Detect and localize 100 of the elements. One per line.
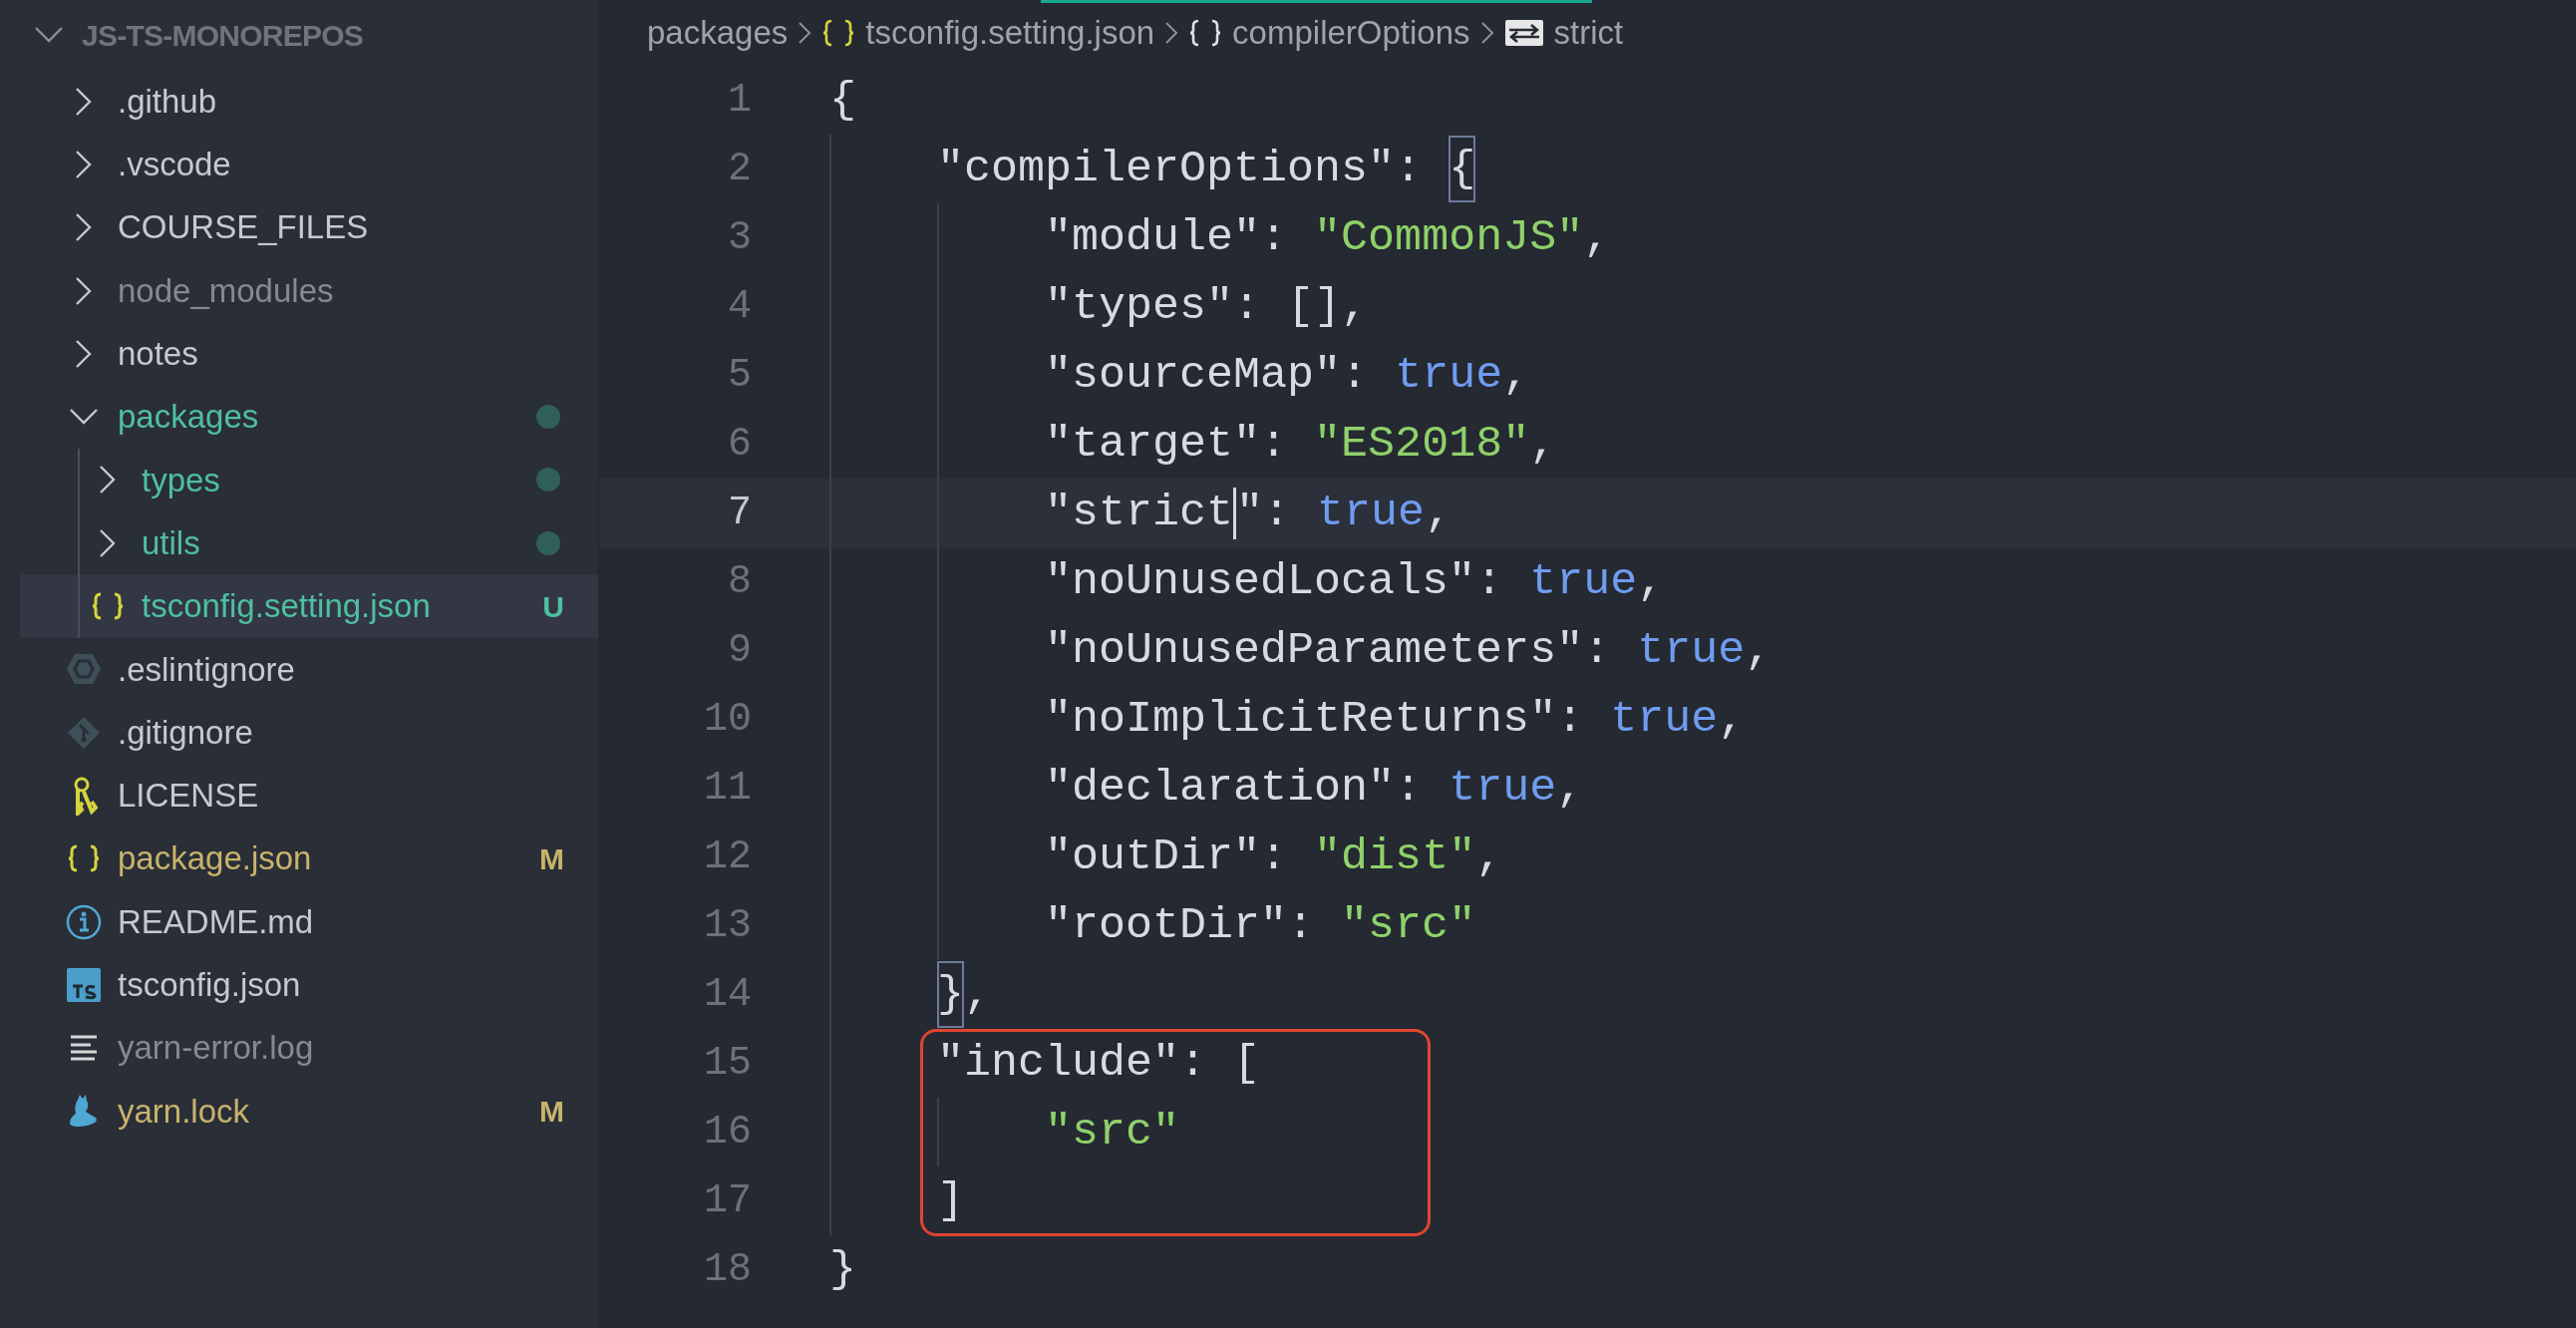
code-token: , (1556, 761, 1584, 816)
code-token: : (1263, 486, 1292, 540)
code-token: , (1583, 210, 1611, 265)
code-token: "compilerOptions" (937, 142, 1396, 196)
file-name: tsconfig.json (118, 965, 302, 1006)
file-name: utils (142, 522, 201, 563)
line-number: 15 (703, 1039, 752, 1088)
git-status-letter: M (539, 840, 564, 877)
file-name: node_modules (118, 270, 335, 311)
hexagon-icon (66, 652, 102, 687)
tree-item[interactable]: utils (20, 511, 598, 575)
line-number: 12 (703, 832, 752, 881)
chevron-right-icon[interactable] (75, 86, 93, 117)
chevron-right-icon[interactable] (75, 275, 93, 306)
code-token: true (1637, 623, 1746, 678)
matched-bracket: { (1449, 135, 1476, 203)
tree-item[interactable]: packages (20, 385, 598, 449)
code-token: , (964, 967, 992, 1022)
breadcrumb-item[interactable]: packages (647, 8, 789, 58)
tree-item[interactable]: node_modules (20, 258, 598, 323)
line-number: 6 (727, 420, 752, 469)
chevron-down-icon[interactable] (69, 408, 99, 427)
file-name: LICENSE (118, 776, 260, 817)
tree-item[interactable]: README.md (20, 889, 598, 954)
tree-item[interactable]: yarn-error.log (20, 1016, 598, 1080)
code-token: ] (937, 1173, 965, 1228)
field-icon (1503, 19, 1544, 47)
chevron-right-icon[interactable] (75, 338, 93, 369)
chevron-right-icon[interactable] (75, 149, 93, 179)
tree-item[interactable]: package.json M (20, 827, 598, 890)
file-name: README.md (118, 901, 315, 942)
code-token: : (1287, 898, 1316, 953)
braces-icon (1188, 18, 1223, 48)
line-number: 1 (727, 76, 752, 125)
code-token: "src" (1045, 1105, 1180, 1160)
tree-item[interactable]: types (20, 448, 598, 512)
git-diamond-icon (67, 715, 101, 750)
breadcrumb-item[interactable]: strict (1553, 8, 1624, 58)
matched-bracket: } (937, 960, 965, 1029)
code-token: true (1449, 761, 1557, 816)
file-name: yarn.lock (118, 1091, 251, 1132)
file-name: notes (118, 334, 199, 375)
code-token: : (1475, 554, 1504, 609)
code-token: , (1502, 348, 1530, 403)
file-name: tsconfig.setting.json (142, 586, 432, 627)
file-name: yarn-error.log (118, 1028, 315, 1069)
tree-item[interactable]: .gitignore (20, 700, 598, 765)
tree-item[interactable]: COURSE_FILES (20, 195, 598, 259)
breadcrumb-item[interactable]: tsconfig.setting.json (865, 8, 1155, 58)
line-number: 5 (727, 351, 752, 400)
tree-item[interactable]: yarn.lock M (20, 1079, 598, 1144)
line-number: 14 (703, 970, 752, 1019)
code-token: "outDir" (1045, 830, 1261, 884)
code-token: , (1475, 830, 1503, 884)
tree-item[interactable]: tsconfig.setting.json U (20, 574, 598, 638)
code-token: , (1637, 554, 1665, 609)
chevron-right-icon[interactable] (99, 465, 117, 496)
code-token: : (1260, 830, 1289, 884)
line-number: 8 (727, 557, 752, 606)
chevron-right-icon (1479, 21, 1494, 45)
line-number: 4 (727, 282, 752, 331)
line-number: 7 (727, 489, 752, 537)
explorer-title: JS-TS-MONOREPOS (82, 17, 364, 54)
code-token: "types" (1045, 279, 1234, 334)
code-token: , (1718, 692, 1746, 747)
tree-item[interactable]: .github (20, 70, 598, 134)
code-token: "ES2018" (1314, 417, 1530, 472)
line-number: 2 (727, 145, 752, 193)
code-token: : (1395, 142, 1424, 196)
tree-item[interactable]: LICENSE (20, 764, 598, 828)
chevron-right-icon[interactable] (99, 527, 117, 558)
file-name: .github (118, 81, 218, 122)
tree-item[interactable]: notes (20, 322, 598, 386)
code-token: "rootDir" (1045, 898, 1288, 953)
git-status-letter: M (539, 1093, 564, 1130)
file-name: COURSE_FILES (118, 207, 370, 248)
code-token: "src" (1341, 898, 1476, 953)
line-number: 3 (727, 213, 752, 262)
code-token: "CommonJS" (1314, 210, 1584, 265)
line-number: 10 (703, 695, 752, 744)
chevron-right-icon[interactable] (75, 212, 93, 243)
code-token: true (1395, 348, 1503, 403)
code-token: " (1236, 486, 1264, 540)
chevron-right-icon (798, 21, 812, 45)
code-token: true (1529, 554, 1638, 609)
code-token: "declaration" (1045, 761, 1396, 816)
tree-item[interactable]: tsconfig.json (20, 953, 598, 1017)
code-token: "sourceMap" (1045, 348, 1342, 403)
tree-item[interactable]: .vscode (20, 133, 598, 196)
line-number: 11 (703, 764, 752, 813)
file-name: .vscode (118, 145, 232, 185)
code-token: : (1395, 761, 1424, 816)
line-number: 16 (703, 1108, 752, 1157)
code-token: { (829, 73, 856, 128)
braces-icon (821, 18, 856, 48)
tree-item[interactable]: .eslintignore (20, 637, 598, 701)
chevron-down-icon[interactable] (34, 26, 64, 44)
code-token: "noUnusedParameters" (1045, 623, 1584, 678)
breadcrumb-item[interactable]: compilerOptions (1232, 8, 1470, 58)
code-token: true (1317, 486, 1426, 540)
